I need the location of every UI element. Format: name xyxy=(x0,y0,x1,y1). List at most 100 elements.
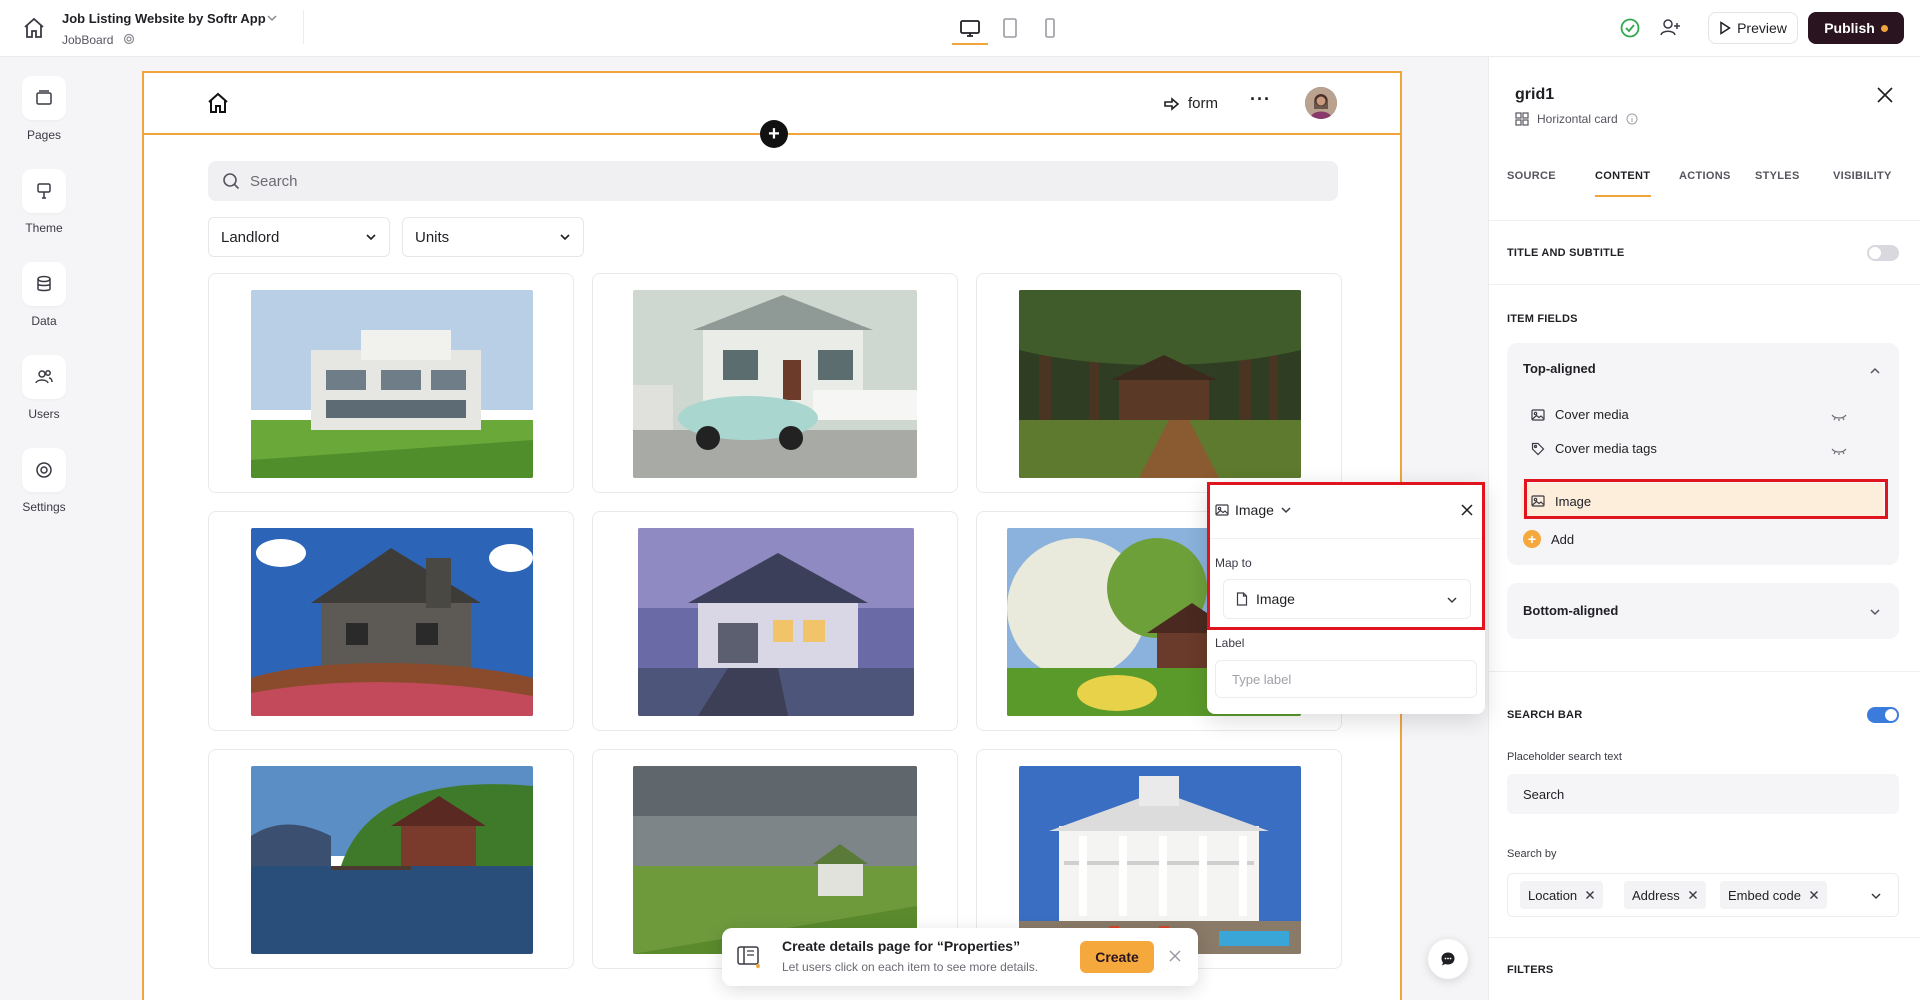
form-link[interactable]: form xyxy=(1164,95,1218,112)
home-icon[interactable] xyxy=(206,91,230,115)
properties-panel: grid1 Horizontal card SOURCE CONTENT ACT… xyxy=(1488,57,1920,1000)
title-subtitle-label: TITLE AND SUBTITLE xyxy=(1507,247,1625,259)
field-image[interactable]: Image xyxy=(1521,483,1883,519)
plus-icon: + xyxy=(1523,530,1541,548)
add-user-icon xyxy=(1660,19,1680,36)
property-card[interactable] xyxy=(208,273,574,493)
rail-item-theme[interactable]: Theme xyxy=(22,169,66,235)
tab-styles[interactable]: STYLES xyxy=(1755,170,1800,182)
property-card[interactable] xyxy=(976,273,1342,493)
add-field-button[interactable]: + Add xyxy=(1523,530,1574,548)
remove-icon[interactable] xyxy=(1809,890,1819,900)
desktop-view-icon[interactable] xyxy=(958,16,982,40)
rail-item-data[interactable]: Data xyxy=(22,262,66,328)
chevron-down-icon xyxy=(1281,507,1291,514)
top-aligned-header[interactable]: Top-aligned xyxy=(1523,361,1596,376)
gear-icon[interactable] xyxy=(123,33,135,45)
search-by-chip[interactable]: Location xyxy=(1520,881,1604,909)
top-bar: Job Listing Website by Softr App JobBoar… xyxy=(0,0,1920,57)
device-active-indicator xyxy=(952,43,988,45)
chevron-down-icon xyxy=(366,234,376,241)
property-image xyxy=(633,290,917,478)
divider xyxy=(303,10,304,44)
chevron-down-icon[interactable] xyxy=(1870,890,1882,902)
add-block-button[interactable]: + xyxy=(760,120,788,148)
toast-title: Create details page for “Properties” xyxy=(782,938,1021,954)
property-image xyxy=(1019,290,1301,478)
more-icon[interactable]: ··· xyxy=(1250,89,1271,110)
property-card[interactable] xyxy=(208,749,574,969)
rail-item-pages[interactable]: Pages xyxy=(22,76,66,142)
close-icon[interactable] xyxy=(1168,949,1182,963)
block-type: Horizontal card xyxy=(1515,112,1638,126)
preview-button[interactable]: Preview xyxy=(1708,12,1798,44)
home-icon[interactable] xyxy=(22,16,46,40)
data-icon xyxy=(37,275,51,292)
search-bar-toggle[interactable] xyxy=(1867,707,1899,723)
placeholder-text-input[interactable] xyxy=(1507,774,1899,814)
search-by-select[interactable]: Location Address Embed code xyxy=(1507,873,1899,917)
tablet-view-icon[interactable] xyxy=(998,16,1022,40)
pages-icon xyxy=(36,90,52,105)
saved-check-icon xyxy=(1620,18,1640,38)
search-input[interactable]: Search xyxy=(208,161,1338,201)
rail-label: Data xyxy=(31,314,57,328)
info-icon[interactable] xyxy=(1626,113,1638,125)
chevron-down-icon[interactable] xyxy=(266,12,278,24)
block-title[interactable]: grid1 xyxy=(1515,86,1554,104)
rail-label: Users xyxy=(28,407,60,421)
remove-icon[interactable] xyxy=(1688,890,1698,900)
rail-item-settings[interactable]: Settings xyxy=(22,448,66,514)
popover-type-selector[interactable]: Image xyxy=(1215,502,1292,518)
tab-content[interactable]: CONTENT xyxy=(1595,170,1650,182)
close-icon[interactable] xyxy=(1875,85,1895,105)
search-by-chip[interactable]: Embed code xyxy=(1720,881,1827,909)
divider xyxy=(1489,671,1920,672)
map-to-select[interactable]: Image xyxy=(1223,579,1471,619)
title-subtitle-toggle[interactable] xyxy=(1867,245,1899,261)
search-by-label: Search by xyxy=(1507,848,1557,860)
rail-label: Theme xyxy=(25,221,63,235)
filter-label: Units xyxy=(415,228,450,246)
chevron-down-icon[interactable] xyxy=(1869,606,1881,618)
image-icon xyxy=(1215,504,1229,516)
image-icon xyxy=(1531,495,1545,507)
field-cover-media-tags[interactable]: Cover media tags xyxy=(1531,441,1657,456)
tab-source[interactable]: SOURCE xyxy=(1507,170,1556,182)
search-by-chip[interactable]: Address xyxy=(1624,881,1706,909)
tab-visibility[interactable]: VISIBILITY xyxy=(1833,170,1892,182)
create-button[interactable]: Create xyxy=(1080,941,1154,973)
tab-actions[interactable]: ACTIONS xyxy=(1679,170,1731,182)
publish-button[interactable]: Publish xyxy=(1808,12,1904,44)
rail-item-users[interactable]: Users xyxy=(22,355,66,421)
map-to-label: Map to xyxy=(1215,556,1252,570)
remove-icon[interactable] xyxy=(1585,890,1595,900)
invite-user-button[interactable] xyxy=(1655,13,1685,43)
block-type-label: Horizontal card xyxy=(1537,112,1618,126)
chat-button[interactable] xyxy=(1428,939,1468,979)
property-image xyxy=(1019,766,1301,954)
eye-off-icon[interactable] xyxy=(1831,444,1847,458)
chip-label: Location xyxy=(1528,887,1578,903)
field-settings-popover: Image Map to Image Label xyxy=(1207,482,1485,714)
label-input[interactable] xyxy=(1215,660,1477,698)
divider xyxy=(1489,284,1920,285)
bottom-aligned-group[interactable]: Bottom-aligned xyxy=(1507,583,1899,639)
bottom-aligned-header: Bottom-aligned xyxy=(1523,603,1619,618)
close-icon[interactable] xyxy=(1459,502,1475,518)
filter-units[interactable]: Units xyxy=(402,217,584,257)
mobile-view-icon[interactable] xyxy=(1038,16,1062,40)
settings-icon xyxy=(36,462,52,478)
eye-off-icon[interactable] xyxy=(1831,410,1847,424)
popover-title: Image xyxy=(1235,502,1274,518)
filter-landlord[interactable]: Landlord xyxy=(208,217,390,257)
chevron-up-icon[interactable] xyxy=(1869,365,1881,377)
avatar[interactable] xyxy=(1305,87,1337,119)
property-card[interactable] xyxy=(592,511,958,731)
property-card[interactable] xyxy=(592,273,958,493)
rail-label: Settings xyxy=(22,500,66,514)
field-cover-media[interactable]: Cover media xyxy=(1531,407,1629,422)
property-card[interactable] xyxy=(208,511,574,731)
app-title[interactable]: Job Listing Website by Softr App xyxy=(62,11,266,26)
avatar-image xyxy=(1305,87,1337,119)
